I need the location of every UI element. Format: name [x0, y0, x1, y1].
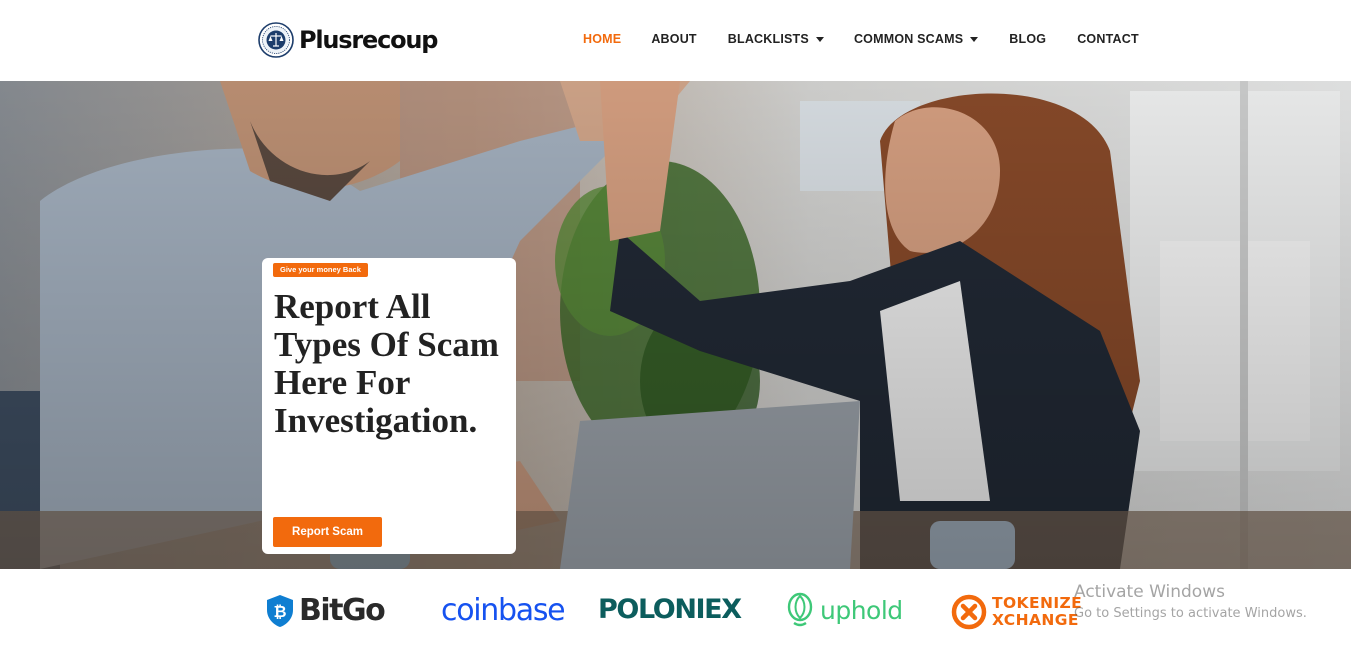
- partner-coinbase-name: coinbase: [441, 593, 566, 628]
- activate-windows-title: Activate Windows: [1074, 582, 1225, 602]
- nav-item-home[interactable]: HOME: [583, 32, 621, 46]
- partner-tokenize-line1: TOKENIZE: [992, 594, 1083, 612]
- caret-down-icon: [970, 37, 979, 42]
- site-header: Plusrecoup HOME ABOUT BLACKLISTS COMMON …: [0, 0, 1351, 81]
- partner-poloniex[interactable]: POLONIEX: [598, 594, 742, 625]
- partner-tokenize-wordmark: TOKENIZE XCHANGE: [992, 595, 1082, 629]
- bitgo-shield-icon: ₿: [267, 594, 293, 627]
- logo-seal-icon: [258, 22, 294, 58]
- nav-item-about[interactable]: ABOUT: [651, 32, 696, 46]
- caret-down-icon: [815, 37, 824, 42]
- partner-uphold-name: uphold: [820, 595, 903, 625]
- activate-windows-watermark: Activate Windows Go to Settings to activ…: [1074, 581, 1307, 624]
- hero-photo: [0, 81, 1351, 569]
- partner-coinbase[interactable]: coinbase: [441, 593, 566, 628]
- nav-label: COMMON SCAMS: [853, 32, 964, 46]
- uphold-icon: [787, 592, 813, 627]
- svg-text:₿: ₿: [273, 602, 286, 621]
- partner-poloniex-name: POLONIEX: [598, 594, 742, 625]
- partner-uphold[interactable]: uphold: [786, 592, 903, 628]
- nav-item-blog[interactable]: BLOG: [1009, 32, 1046, 46]
- main-nav: HOME ABOUT BLACKLISTS COMMON SCAMS BLOG …: [583, 32, 1139, 46]
- partner-tokenize-line2: XCHANGE: [992, 611, 1079, 629]
- nav-label: CONTACT: [1077, 32, 1139, 46]
- report-scam-button[interactable]: Report Scam: [273, 517, 382, 547]
- hero-headline: Report All Types Of Scam Here For Invest…: [274, 287, 499, 440]
- brand-name: Plusrecoup: [299, 26, 438, 54]
- nav-label: HOME: [583, 32, 622, 46]
- hero-tag: Give your money Back: [273, 263, 368, 277]
- nav-label: BLACKLISTS: [727, 32, 809, 46]
- partner-bitgo-name: BitGo: [299, 593, 386, 628]
- partner-tokenize-xchange[interactable]: TOKENIZE XCHANGE: [951, 594, 1082, 630]
- nav-label: ABOUT: [651, 32, 697, 46]
- activate-windows-subtitle: Go to Settings to activate Windows.: [1074, 606, 1307, 621]
- hero-card: Give your money Back Report All Types Of…: [262, 258, 516, 554]
- nav-item-common-scams[interactable]: COMMON SCAMS: [853, 32, 979, 46]
- nav-label: BLOG: [1009, 32, 1047, 46]
- nav-item-contact[interactable]: CONTACT: [1077, 32, 1139, 46]
- nav-item-blacklists[interactable]: BLACKLISTS: [728, 32, 824, 46]
- tokenize-x-icon: [951, 594, 987, 630]
- brand-logo[interactable]: Plusrecoup: [258, 22, 438, 58]
- partner-bitgo[interactable]: ₿ BitGo: [266, 593, 386, 628]
- hero-section: Give your money Back Report All Types Of…: [0, 81, 1351, 569]
